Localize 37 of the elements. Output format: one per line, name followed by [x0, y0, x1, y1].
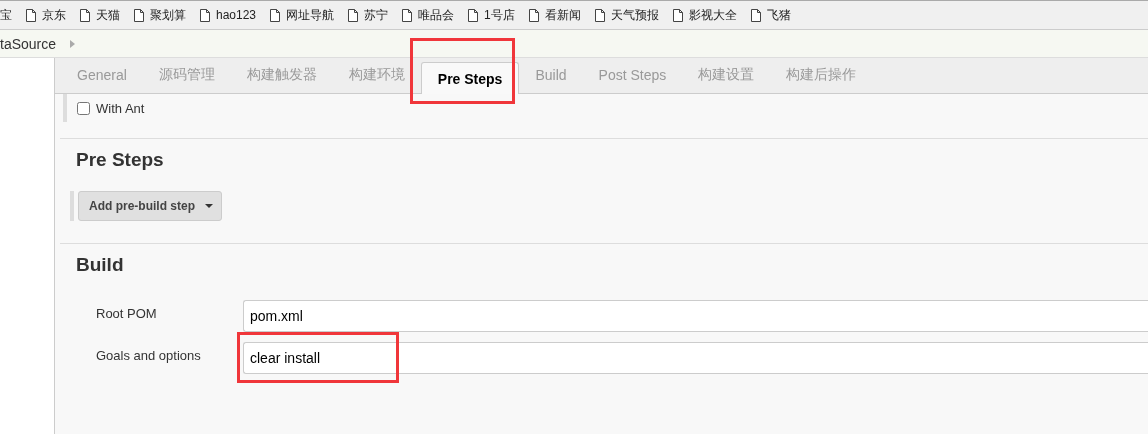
bookmark[interactable]: 聚划算: [150, 6, 186, 24]
page-icon: [348, 8, 359, 22]
field-label: Root POM: [95, 305, 158, 321]
bookmark[interactable]: 京东: [42, 6, 66, 24]
bookmark[interactable]: 影视大全: [688, 6, 737, 24]
bookmark[interactable]: 天猫: [96, 6, 120, 24]
bookmark[interactable]: 1号店: [484, 6, 515, 24]
section-heading: Pre Steps: [76, 149, 165, 171]
page-icon: [468, 8, 479, 22]
bookmark[interactable]: 看新闻: [544, 6, 581, 24]
bookmark[interactable]: 飞猪: [766, 6, 791, 24]
page-icon: [594, 8, 605, 22]
add-step-button[interactable]: Add pre-build step: [78, 191, 222, 221]
page-icon: [270, 8, 281, 22]
input-field[interactable]: clear install: [243, 342, 1148, 374]
bookmark[interactable]: 苏宁: [364, 6, 389, 24]
bookmark[interactable]: 宝: [0, 6, 12, 24]
bookmark[interactable]: hao123: [216, 8, 257, 22]
bookmark[interactable]: 天气预报: [610, 6, 659, 24]
tab[interactable]: Pre Steps: [420, 62, 520, 94]
page-icon: [402, 8, 413, 22]
field-label: Goals and options: [95, 347, 202, 363]
page-icon: [528, 8, 539, 22]
page-icon: [80, 8, 90, 22]
page-icon: [26, 8, 36, 22]
section-heading: Build: [76, 254, 125, 276]
input-field[interactable]: pom.xml: [243, 300, 1148, 332]
checkbox-label: With Ant: [96, 100, 145, 116]
page-icon: [134, 8, 144, 22]
caret-icon: [205, 204, 213, 208]
page-icon: [672, 8, 683, 22]
checkbox[interactable]: [77, 101, 90, 115]
page-icon: [750, 8, 761, 22]
breadcrumb-item[interactable]: taSource: [0, 35, 57, 52]
bookmark[interactable]: 网址导航: [286, 6, 335, 24]
bookmark[interactable]: 唯品会: [418, 6, 455, 24]
page-icon: [200, 8, 210, 22]
